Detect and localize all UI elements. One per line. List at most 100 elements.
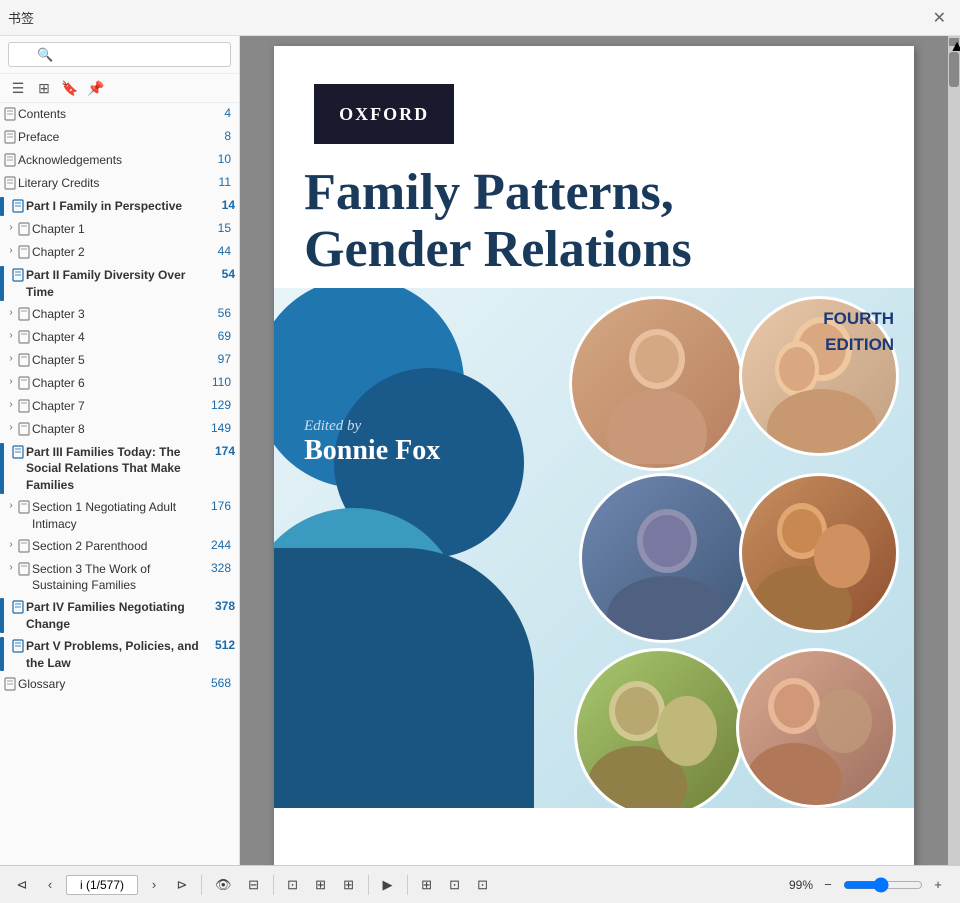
toc-label: Chapter 7 bbox=[32, 398, 207, 415]
expand-arrow[interactable]: › bbox=[4, 376, 18, 387]
toc-item-ch7[interactable]: › Chapter 7 129 bbox=[0, 395, 239, 418]
expand-arrow[interactable]: › bbox=[4, 222, 18, 233]
scrollbar-thumb[interactable] bbox=[949, 52, 959, 87]
nav-prev-button[interactable]: ‹ bbox=[38, 872, 62, 898]
toc-item-ch8[interactable]: › Chapter 8 149 bbox=[0, 418, 239, 441]
pin-icon[interactable]: 📌 bbox=[86, 78, 106, 98]
toc-label: Chapter 6 bbox=[32, 375, 207, 392]
toc-item-ch6[interactable]: › Chapter 6 110 bbox=[0, 372, 239, 395]
expand-arrow[interactable]: › bbox=[4, 562, 18, 573]
fullscreen-button[interactable]: ⊞ bbox=[415, 872, 439, 898]
eye-tool-button[interactable]: 👁 bbox=[209, 872, 238, 898]
nav-next-button[interactable]: › bbox=[142, 872, 166, 898]
expand-arrow[interactable]: › bbox=[4, 353, 18, 364]
part-indicator bbox=[0, 197, 4, 216]
toc-item-part2[interactable]: Part II Family Diversity Over Time 54 bbox=[0, 264, 239, 303]
toc-page: 244 bbox=[207, 538, 235, 552]
book-page: OXFORD Family Patterns, Gender Relations bbox=[274, 46, 914, 865]
page-icon bbox=[12, 199, 26, 216]
app-container: 书签 ✕ ☰ ⊞ 🔖 📌 bbox=[0, 0, 960, 903]
toc-item-sec2[interactable]: › Section 2 Parenthood 244 bbox=[0, 535, 239, 558]
photo-circle-4 bbox=[739, 473, 899, 633]
toc-item-preface[interactable]: Preface 8 bbox=[0, 126, 239, 149]
cover-editor-area: Edited by Bonnie Fox bbox=[304, 418, 440, 467]
rotate-button[interactable]: ⊡ bbox=[443, 872, 467, 898]
toc-item-ch2[interactable]: › Chapter 2 44 bbox=[0, 241, 239, 264]
scroll-up-arrow[interactable]: ▲ bbox=[949, 38, 959, 46]
toc-item-part4[interactable]: Part IV Families Negotiating Change 378 bbox=[0, 596, 239, 635]
toc-item-part3[interactable]: Part III Families Today: The Social Rela… bbox=[0, 441, 239, 496]
search-input[interactable] bbox=[8, 42, 231, 67]
expand-arrow[interactable]: › bbox=[4, 539, 18, 550]
toc-page: 176 bbox=[207, 499, 235, 513]
toc-item-acknowledgements[interactable]: Acknowledgements 10 bbox=[0, 149, 239, 172]
page-wrapper[interactable]: OXFORD Family Patterns, Gender Relations bbox=[240, 36, 948, 865]
scrollbar-track[interactable]: ▲ bbox=[948, 36, 960, 865]
toc-page: 97 bbox=[207, 352, 235, 366]
separator-3 bbox=[368, 875, 369, 895]
toc-item-sec3[interactable]: › Section 3 The Work of Sustaining Famil… bbox=[0, 558, 239, 597]
grid-icon[interactable]: ⊞ bbox=[34, 78, 54, 98]
toc-page: 11 bbox=[207, 175, 235, 189]
page-icon bbox=[12, 600, 26, 633]
expand-arrow[interactable]: › bbox=[4, 399, 18, 410]
expand-arrow[interactable]: › bbox=[4, 307, 18, 318]
nav-last-button[interactable]: ⊳ bbox=[170, 872, 194, 898]
close-button[interactable]: ✕ bbox=[927, 6, 952, 30]
toc-list: Contents 4 Preface 8 bbox=[0, 103, 239, 865]
fit-page-button[interactable]: ⊡ bbox=[281, 872, 305, 898]
toc-label: Chapter 8 bbox=[32, 421, 207, 438]
page-input[interactable] bbox=[66, 875, 138, 895]
page-icon bbox=[18, 376, 32, 393]
play-button[interactable]: ▶ bbox=[376, 872, 400, 898]
page-icon bbox=[12, 639, 26, 672]
save-button[interactable]: ⊞ bbox=[309, 872, 333, 898]
zoom-slider[interactable] bbox=[843, 877, 923, 893]
cover-title: Family Patterns, Gender Relations bbox=[304, 164, 884, 278]
toc-item-part5[interactable]: Part V Problems, Policies, and the Law 5… bbox=[0, 635, 239, 674]
oxford-label: OXFORD bbox=[339, 104, 429, 125]
toc-page: 568 bbox=[207, 676, 235, 690]
separator-4 bbox=[407, 875, 408, 895]
toc-item-ch4[interactable]: › Chapter 4 69 bbox=[0, 326, 239, 349]
part-indicator bbox=[0, 443, 4, 494]
menu-icon[interactable]: ☰ bbox=[8, 78, 28, 98]
expand-arrow[interactable]: › bbox=[4, 330, 18, 341]
page-icon bbox=[18, 539, 32, 556]
page-icon bbox=[18, 330, 32, 347]
expand-arrow[interactable]: › bbox=[4, 245, 18, 256]
expand-arrow[interactable]: › bbox=[4, 500, 18, 511]
zoom-fit-button[interactable]: ⊡ bbox=[471, 872, 495, 898]
save-copy-button[interactable]: ⊞ bbox=[337, 872, 361, 898]
toc-item-part1[interactable]: Part I Family in Perspective 14 bbox=[0, 195, 239, 218]
page-icon bbox=[18, 307, 32, 324]
toc-item-ch5[interactable]: › Chapter 5 97 bbox=[0, 349, 239, 372]
toc-label: Section 1 Negotiating Adult Intimacy bbox=[32, 499, 207, 533]
toc-item-contents[interactable]: Contents 4 bbox=[0, 103, 239, 126]
toc-label: Literary Credits bbox=[18, 175, 207, 192]
page-icon bbox=[4, 176, 18, 193]
toc-label: Preface bbox=[18, 129, 207, 146]
zoom-in-button[interactable]: + bbox=[926, 872, 950, 898]
page-icon bbox=[18, 245, 32, 262]
toc-page: 4 bbox=[207, 106, 235, 120]
page-icon bbox=[18, 353, 32, 370]
bottom-toolbar: ⊲ ‹ › ⊳ 👁 ⊟ ⊡ ⊞ ⊞ ▶ ⊞ ⊡ ⊡ 99% − + bbox=[0, 865, 960, 903]
minus-tool-button[interactable]: ⊟ bbox=[242, 872, 266, 898]
top-bar: 书签 ✕ bbox=[0, 0, 960, 36]
page-icon bbox=[18, 222, 32, 239]
toc-item-glossary[interactable]: Glossary 568 bbox=[0, 673, 239, 696]
bookmark-icon[interactable]: 🔖 bbox=[60, 78, 80, 98]
deco-quarter-circle bbox=[274, 548, 534, 808]
toc-item-sec1[interactable]: › Section 1 Negotiating Adult Intimacy 1… bbox=[0, 496, 239, 535]
page-icon bbox=[18, 500, 32, 517]
toc-label: Acknowledgements bbox=[18, 152, 207, 169]
toc-item-literary-credits[interactable]: Literary Credits 11 bbox=[0, 172, 239, 195]
toc-item-ch1[interactable]: › Chapter 1 15 bbox=[0, 218, 239, 241]
expand-arrow[interactable]: › bbox=[4, 422, 18, 433]
sidebar-search-area bbox=[0, 36, 239, 74]
toc-item-ch3[interactable]: › Chapter 3 56 bbox=[0, 303, 239, 326]
zoom-out-button[interactable]: − bbox=[816, 872, 840, 898]
toc-page: 44 bbox=[207, 244, 235, 258]
nav-first-button[interactable]: ⊲ bbox=[10, 872, 34, 898]
